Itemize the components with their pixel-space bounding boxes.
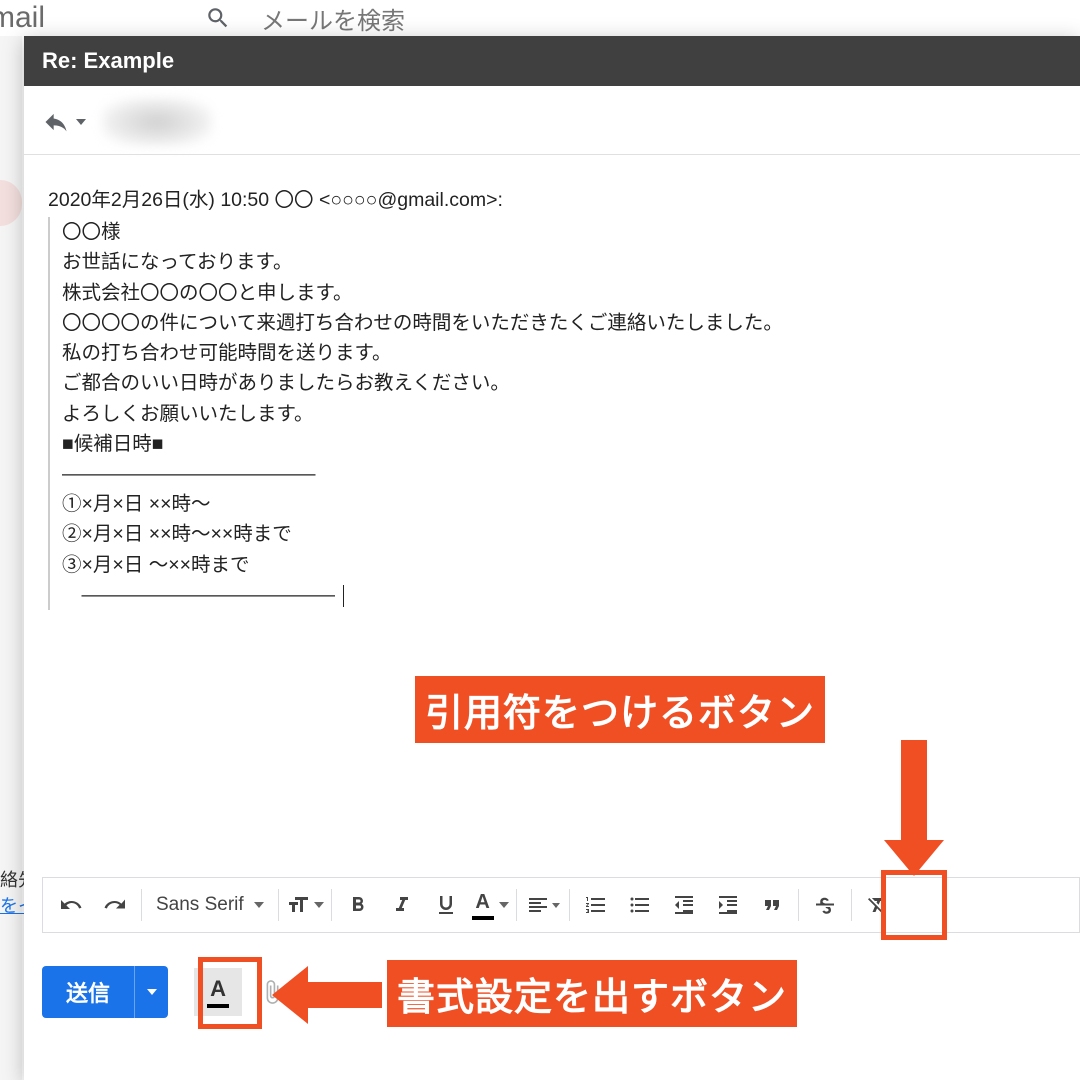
bold-button[interactable] <box>336 883 380 927</box>
strikethrough-button[interactable] <box>803 883 847 927</box>
chevron-down-icon <box>552 903 560 908</box>
chevron-down-icon <box>254 902 264 908</box>
chevron-down-icon <box>314 902 324 908</box>
underline-button[interactable] <box>424 883 468 927</box>
search-placeholder: メールを検索 <box>261 1 405 36</box>
send-button-label: 送信 <box>42 966 134 1018</box>
text-color-button[interactable]: A <box>468 883 512 927</box>
reply-header-row <box>24 86 1080 154</box>
font-size-button[interactable] <box>283 883 327 927</box>
arrow-down-annotation <box>884 740 944 878</box>
formatting-toolbar: Sans Serif A <box>42 877 1080 933</box>
chevron-down-icon <box>499 902 509 908</box>
undo-button[interactable] <box>49 883 93 927</box>
background-header: mail メールを検索 <box>0 0 1080 36</box>
quoted-text-block: 〇〇様 お世話になっております。 株式会社〇〇の〇〇と申します。 〇〇〇〇の件に… <box>48 217 1056 610</box>
font-family-select[interactable]: Sans Serif <box>146 894 274 916</box>
reply-attribution-line: 2020年2月26日(水) 10:50 〇〇 <○○○○@gmail.com>: <box>48 185 1056 215</box>
redo-button[interactable] <box>93 883 137 927</box>
formatting-options-button[interactable]: A <box>194 968 242 1016</box>
numbered-list-button[interactable] <box>574 883 618 927</box>
arrow-left-annotation <box>272 966 382 1024</box>
indent-more-button[interactable] <box>706 883 750 927</box>
recipient-redacted <box>102 98 212 146</box>
callout-format-button: 書式設定を出すボタン <box>387 960 797 1027</box>
compose-title-bar[interactable]: Re: Example <box>24 36 1080 86</box>
align-button[interactable] <box>521 883 565 927</box>
send-options-button[interactable] <box>134 966 168 1018</box>
chevron-down-icon <box>76 119 86 125</box>
search-bar[interactable]: メールを検索 <box>205 1 405 36</box>
reply-icon[interactable] <box>42 108 86 136</box>
indent-less-button[interactable] <box>662 883 706 927</box>
compose-body[interactable]: 2020年2月26日(水) 10:50 〇〇 <○○○○@gmail.com>:… <box>24 155 1080 620</box>
font-family-label: Sans Serif <box>156 894 244 916</box>
gmail-logo-fragment: mail <box>0 1 45 35</box>
quote-button[interactable] <box>750 883 794 927</box>
search-icon <box>205 5 231 31</box>
chevron-down-icon <box>147 989 157 995</box>
italic-button[interactable] <box>380 883 424 927</box>
text-cursor <box>343 585 344 607</box>
clear-formatting-button[interactable] <box>856 883 900 927</box>
bulleted-list-button[interactable] <box>618 883 662 927</box>
callout-quote-button: 引用符をつけるボタン <box>415 676 825 743</box>
send-button[interactable]: 送信 <box>42 966 168 1018</box>
